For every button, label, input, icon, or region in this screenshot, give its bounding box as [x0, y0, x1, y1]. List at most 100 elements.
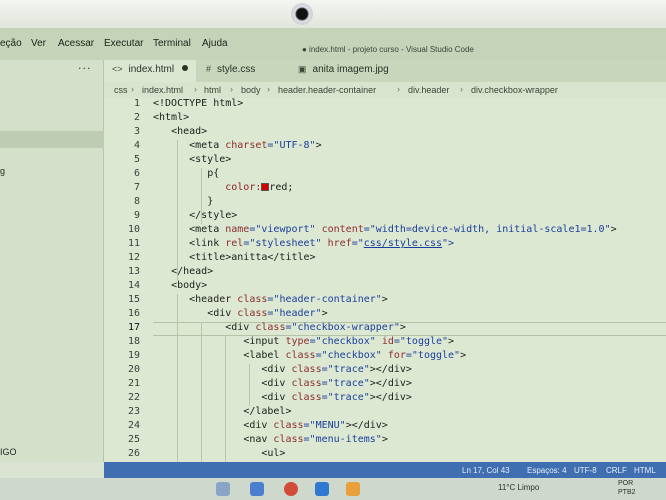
- code-token: <style>: [189, 154, 232, 165]
- line-number: 11: [127, 238, 140, 249]
- code-line: <header class="header-container">: [153, 294, 388, 305]
- menu-ajuda[interactable]: Ajuda: [202, 38, 228, 49]
- code-token: p{: [207, 168, 220, 179]
- unsaved-dot-icon[interactable]: [182, 65, 189, 71]
- line-number: 2: [133, 112, 140, 123]
- tab-style-css[interactable]: # style.css: [202, 60, 282, 82]
- language-mode[interactable]: HTML: [634, 466, 656, 475]
- menu-acessar[interactable]: Acessar: [58, 38, 94, 49]
- input-language[interactable]: POR: [618, 480, 633, 487]
- status-bar: Ln 17, Col 43 Espaços: 4 UTF-8 CRLF HTML: [0, 462, 666, 478]
- code-token: >: [448, 336, 455, 347]
- breadcrumb-item[interactable]: html: [204, 85, 221, 95]
- code-line: <meta charset="UTF-8">: [153, 140, 321, 151]
- menu-bar: eção Ver Acessar Executar Terminal Ajuda…: [0, 28, 666, 60]
- menu-ver[interactable]: Ver: [31, 38, 46, 49]
- line-number: 6: [133, 168, 140, 179]
- menu-executar[interactable]: Executar: [104, 38, 143, 49]
- code-token: ="viewport": [249, 224, 322, 235]
- line-number: 18: [127, 336, 140, 347]
- breadcrumb-item[interactable]: css: [114, 85, 128, 95]
- tab-anita-imagem[interactable]: ▣ anita imagem.jpg: [294, 60, 404, 82]
- breadcrumb-item[interactable]: div.checkbox-wrapper: [471, 85, 558, 95]
- code-token: class: [237, 308, 268, 319]
- vscode-icon[interactable]: [315, 482, 329, 496]
- code-token: ></div>: [345, 420, 388, 431]
- code-token: <div: [225, 322, 256, 333]
- code-token: >: [399, 322, 406, 333]
- breadcrumb-item[interactable]: div.header: [408, 85, 449, 95]
- file-encoding[interactable]: UTF-8: [574, 466, 597, 475]
- taskbar-app-icon[interactable]: [346, 482, 360, 496]
- code-token: color:: [225, 182, 262, 193]
- menu-selecao[interactable]: eção: [0, 38, 22, 49]
- code-token: <div: [243, 420, 274, 431]
- code-token: href: [327, 238, 352, 249]
- code-token: <meta: [189, 140, 226, 151]
- window-title: ● index.html - projeto curso - Visual St…: [302, 45, 474, 54]
- image-file-icon: ▣: [298, 64, 307, 74]
- line-number: 25: [127, 434, 140, 445]
- taskbar-app-icon[interactable]: [216, 482, 230, 496]
- status-bar-left: [0, 462, 104, 478]
- code-token: ="trace": [321, 364, 370, 375]
- code-line: <html>: [153, 112, 189, 123]
- code-token: ="UTF-8": [267, 140, 316, 151]
- line-number: 14: [127, 280, 140, 291]
- code-token: <header: [189, 294, 238, 305]
- code-line: <style>: [153, 154, 231, 165]
- sidebar-selected-item[interactable]: [0, 131, 104, 148]
- menu-terminal[interactable]: Terminal: [153, 38, 191, 49]
- line-number: 5: [133, 154, 140, 165]
- line-number: 26: [127, 448, 140, 459]
- code-line: </style>: [153, 210, 237, 221]
- stylesheet-link[interactable]: css/style.css: [364, 238, 442, 249]
- weather-widget[interactable]: 11°C Limpo: [498, 483, 539, 492]
- cursor-position[interactable]: Ln 17, Col 43: [462, 466, 510, 475]
- breadcrumb-item[interactable]: index.html: [142, 85, 183, 95]
- sidebar-item-fragment[interactable]: g: [0, 166, 5, 176]
- code-token: <meta: [189, 224, 226, 235]
- chevron-right-icon: ›: [267, 84, 270, 94]
- code-editor[interactable]: 1 2 3 4 5 6 7 8 9 10 11 12 13 14 15 16 1…: [104, 98, 666, 472]
- code-token: <ul>: [261, 448, 286, 459]
- line-number: 8: [133, 196, 140, 207]
- line-ending[interactable]: CRLF: [606, 466, 627, 475]
- tab-bar: <> index.html # style.css ▣ anita imagem.jp…: [104, 60, 666, 82]
- more-actions-icon[interactable]: ···: [78, 62, 92, 75]
- html-file-icon: <>: [112, 64, 123, 74]
- keyboard-layout[interactable]: PTB2: [618, 489, 636, 496]
- code-line: color: red;: [153, 182, 293, 193]
- line-number: 7: [133, 182, 140, 193]
- code-token: <label: [243, 350, 286, 361]
- code-token: ="header-container": [267, 294, 382, 305]
- breadcrumb-item[interactable]: header.header-container: [278, 85, 376, 95]
- code-token: class: [285, 350, 316, 361]
- chrome-icon[interactable]: [284, 482, 298, 496]
- sidebar-section-fragment[interactable]: IGO: [0, 447, 17, 457]
- chevron-right-icon: ›: [131, 84, 134, 94]
- code-line: </head>: [153, 266, 213, 277]
- code-line: </label>: [153, 406, 291, 417]
- laptop-bezel: [0, 0, 666, 28]
- code-token: </style>: [189, 210, 238, 221]
- code-token: ="menu-items": [303, 434, 382, 445]
- code-token: class: [291, 392, 322, 403]
- webcam: [291, 3, 313, 25]
- chevron-right-icon: ›: [460, 84, 463, 94]
- line-number: 10: [127, 224, 140, 235]
- line-number: 24: [127, 420, 140, 431]
- code-token: >: [381, 434, 388, 445]
- code-line: <head>: [153, 126, 207, 137]
- os-taskbar: 11°C Limpo POR PTB2: [0, 478, 666, 500]
- line-number: 12: [127, 252, 140, 263]
- code-token: for: [387, 350, 406, 361]
- code-token: </head>: [171, 266, 214, 277]
- tab-index-html[interactable]: <> index.html: [104, 60, 196, 82]
- code-token: class: [273, 420, 304, 431]
- indentation-setting[interactable]: Espaços: 4: [527, 466, 567, 475]
- breadcrumb-item[interactable]: body: [241, 85, 261, 95]
- line-number: 16: [127, 308, 140, 319]
- taskbar-app-icon[interactable]: [250, 482, 264, 496]
- code-line: p{: [153, 168, 219, 179]
